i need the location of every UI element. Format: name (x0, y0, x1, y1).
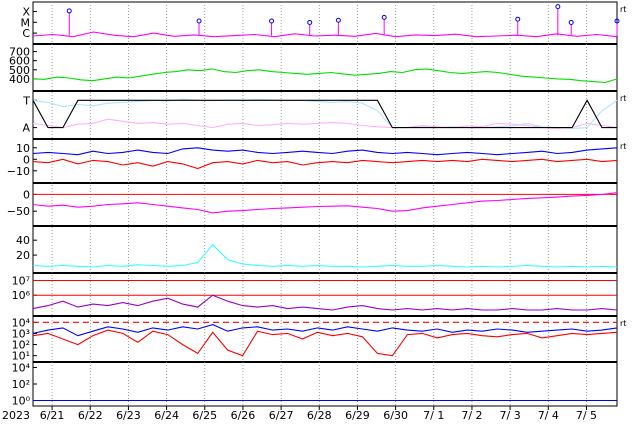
flare-marker (568, 19, 574, 25)
red-bfield-line (32, 158, 618, 170)
x-tick-label: 7/ 3 (500, 409, 521, 422)
speed-line (32, 68, 618, 84)
panel7-y-label: 10⁶ (12, 289, 31, 302)
panel9-y-label: 10⁰ (12, 395, 31, 408)
panel9-y-label: 10² (12, 378, 30, 391)
flare-marker (307, 19, 313, 25)
density-line (32, 243, 618, 268)
x-tick-label: 7/ 1 (423, 409, 444, 422)
x-tick-label: 6/29 (345, 409, 370, 422)
flare-marker (269, 18, 275, 24)
panel5-y-label: −50 (7, 205, 30, 218)
x-tick-label: 6/25 (192, 409, 217, 422)
x-tick-label: 6/28 (307, 409, 332, 422)
panel-right-marker: rt (620, 319, 626, 328)
class-y-label: C (22, 27, 30, 40)
panel-right-marker: rt (620, 94, 626, 103)
blue-bfield-line (32, 147, 618, 156)
x-tick-label: 6/27 (269, 409, 294, 422)
flare-marker (66, 8, 72, 14)
panel6-y-label: 20 (16, 249, 30, 262)
x-tick-label: 6/26 (231, 409, 256, 422)
x-tick-label: 7/ 4 (538, 409, 559, 422)
x-tick-label: 6/24 (154, 409, 179, 422)
bfield-y-label: −10 (7, 165, 30, 178)
flare-marker (515, 16, 521, 22)
x-tick-label: 6/21 (40, 409, 65, 422)
red-flux-line (32, 329, 618, 357)
speed-y-label: 400 (9, 73, 30, 86)
panel6-y-label: 40 (16, 234, 30, 247)
panel7-y-label: 10⁷ (12, 274, 30, 287)
panel5-y-label: 0 (23, 188, 30, 201)
flare-marker (196, 18, 202, 24)
panel-right-marker: rt (620, 142, 626, 151)
x-tick-label: 6/23 (116, 409, 141, 422)
ta-y-label: A (22, 122, 30, 135)
flare-marker (555, 4, 561, 10)
electron-flux-line (32, 294, 618, 311)
x-tick-label: 7/ 5 (576, 409, 597, 422)
x-tick-label: 7/ 2 (461, 409, 482, 422)
index-line (32, 192, 618, 214)
space-weather-chart: 6/21 6/22 6/23 6/24 6/25 6/26 6/27 6/28 6/29 6/30… (2, 1, 626, 422)
panel9-y-label: 10⁴ (12, 361, 31, 374)
panel-right-marker: rt (620, 5, 626, 14)
lightblue-line (32, 98, 618, 129)
year-label: 2023 (2, 409, 30, 422)
xray-flux-line (32, 31, 618, 38)
ta-y-label: T (22, 94, 30, 107)
flare-marker (335, 17, 341, 23)
flare-marker (381, 14, 387, 20)
x-tick-label: 6/30 (383, 409, 408, 422)
x-tick-label: 6/22 (78, 409, 103, 422)
